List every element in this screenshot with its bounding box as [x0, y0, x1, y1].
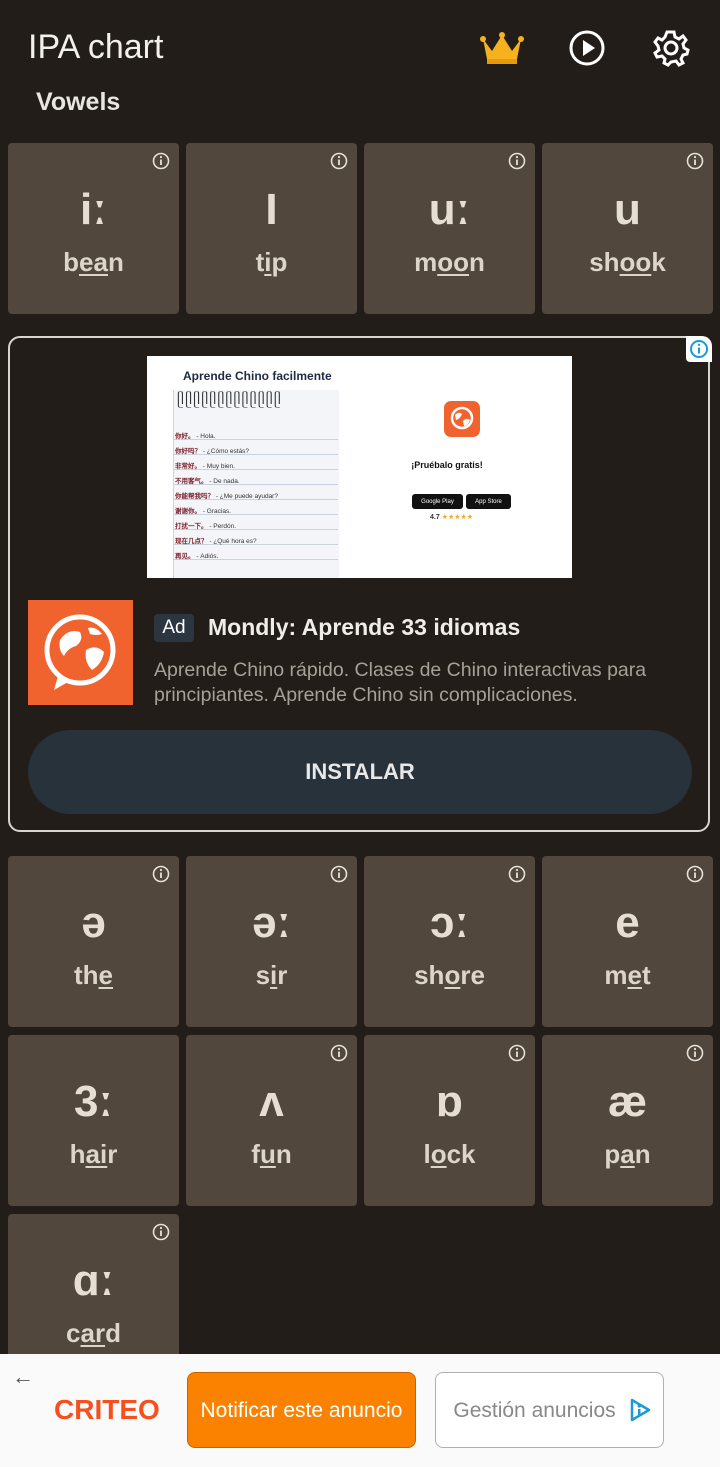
back-arrow-icon[interactable]: ←	[12, 1364, 34, 1390]
vowel-tile[interactable]: æ pan	[542, 1035, 713, 1206]
mondly-app-icon[interactable]	[28, 600, 133, 705]
ipa-symbol: iː	[80, 185, 107, 234]
phrase-line: 打扰一下。 - Perdón.	[175, 523, 237, 530]
example-word: lock	[423, 1139, 476, 1169]
adchoices-icon	[630, 1398, 651, 1422]
vowel-tile[interactable]: əː sir	[186, 856, 357, 1027]
vowel-tile[interactable]: 3ː hair	[8, 1035, 179, 1206]
phrase-line: 再见。 - Adiós.	[175, 553, 219, 560]
ad-badge: Ad	[154, 614, 194, 642]
vowel-tile[interactable]: ʌ fun	[186, 1035, 357, 1206]
vowel-tile[interactable]: uː moon	[364, 143, 535, 314]
example-word: bean	[63, 247, 124, 277]
vowel-tile[interactable]: iː bean	[8, 143, 179, 314]
info-icon[interactable]	[330, 1044, 348, 1062]
vowel-tile[interactable]: ɑː card	[8, 1214, 179, 1354]
info-icon[interactable]	[686, 1044, 704, 1062]
criteo-logo: CRITEO	[54, 1394, 160, 1425]
ipa-symbol: ʌ	[259, 1077, 284, 1126]
ipa-symbol: ɔː	[429, 898, 470, 947]
vowel-tile[interactable]: e met	[542, 856, 713, 1027]
crown-icon[interactable]	[480, 26, 524, 70]
info-icon[interactable]	[686, 152, 704, 170]
phrase-line: 你好吗？ - ¿Cómo estás?	[175, 448, 250, 455]
mondly-logo-small	[444, 401, 480, 437]
example-word: the	[73, 960, 113, 990]
ad-title[interactable]: Mondly: Aprende 33 idiomas	[208, 614, 520, 641]
vowel-tile[interactable]: ə the	[8, 856, 179, 1027]
manage-ads-label: Gestión anuncios	[453, 1398, 616, 1422]
app-store-badge: App Store	[466, 494, 511, 509]
info-icon[interactable]	[686, 865, 704, 883]
notebook-rings: ᥫᥫᥫᥫᥫᥫᥫᥫᥫᥫᥫᥫᥫ	[177, 392, 282, 408]
try-free-text: ¡Pruébalo gratis!	[411, 460, 483, 470]
ipa-symbol: uː	[428, 185, 471, 234]
vowel-tile[interactable]: ɔː shore	[364, 856, 535, 1027]
ipa-symbol: æ	[607, 1077, 648, 1126]
ad-creative-image[interactable]: Aprende Chino facilmente ᥫᥫᥫᥫᥫᥫᥫᥫᥫᥫᥫᥫᥫ 你…	[147, 356, 572, 578]
example-word: hair	[69, 1139, 118, 1169]
example-word: tip	[255, 247, 288, 277]
example-word: card	[66, 1318, 121, 1348]
info-icon[interactable]	[152, 1223, 170, 1241]
phrase-line: 不用客气。 - De nada.	[175, 478, 240, 485]
phrase-line: 谢谢你。 - Gracias.	[175, 508, 231, 515]
phrase-line: 现在几点？ - ¿Qué hora es?	[175, 538, 257, 545]
example-word: pan	[604, 1139, 651, 1169]
ipa-symbol: e	[615, 898, 640, 947]
example-word: shook	[589, 247, 666, 277]
ad-description: Aprende Chino rápido. Clases de Chino in…	[154, 659, 647, 706]
ipa-symbol: I	[265, 185, 278, 234]
info-icon[interactable]	[330, 865, 348, 883]
ipa-symbol: u	[614, 185, 641, 234]
vowel-tile[interactable]: I tip	[186, 143, 357, 314]
creative-heading: Aprende Chino facilmente	[183, 369, 332, 383]
info-icon[interactable]	[508, 1044, 526, 1062]
example-word: moon	[414, 247, 485, 277]
vowel-tile[interactable]: u shook	[542, 143, 713, 314]
info-icon[interactable]	[508, 865, 526, 883]
example-word: shore	[414, 960, 485, 990]
section-title: Vowels	[36, 88, 121, 116]
banner-ad: ← CRITEO Notificar este anuncio Gestión …	[0, 1354, 720, 1467]
example-word: sir	[255, 960, 288, 990]
rating: 4.7 ★★★★★	[430, 514, 474, 521]
install-button[interactable]: INSTALAR	[28, 730, 692, 814]
info-icon[interactable]	[152, 865, 170, 883]
ipa-symbol: ə	[81, 898, 106, 947]
example-word: fun	[251, 1139, 292, 1169]
app-bar: IPA chart	[0, 0, 720, 95]
google-play-badge: Google Play	[412, 494, 463, 509]
gear-icon[interactable]	[649, 26, 693, 70]
phrase-line: 你能帮我吗？ - ¿Me puede ayudar?	[175, 493, 278, 500]
play-icon[interactable]	[565, 26, 609, 70]
example-word: met	[604, 960, 651, 990]
report-ad-button[interactable]: Notificar este anuncio	[187, 1372, 416, 1448]
ipa-symbol: ɑː	[72, 1256, 115, 1305]
manage-ads-button[interactable]: Gestión anuncios	[435, 1372, 664, 1448]
info-icon[interactable]	[508, 152, 526, 170]
info-icon[interactable]	[152, 152, 170, 170]
ad-choices-icon[interactable]	[686, 336, 712, 362]
ipa-symbol: ɒ	[436, 1077, 463, 1126]
phrase-line: 你好。 - Hola.	[175, 433, 216, 440]
vowel-tile[interactable]: ɒ lock	[364, 1035, 535, 1206]
ipa-symbol: əː	[251, 898, 292, 947]
app-title: IPA chart	[28, 28, 164, 66]
ipa-symbol: 3ː	[73, 1077, 114, 1126]
info-icon[interactable]	[330, 152, 348, 170]
